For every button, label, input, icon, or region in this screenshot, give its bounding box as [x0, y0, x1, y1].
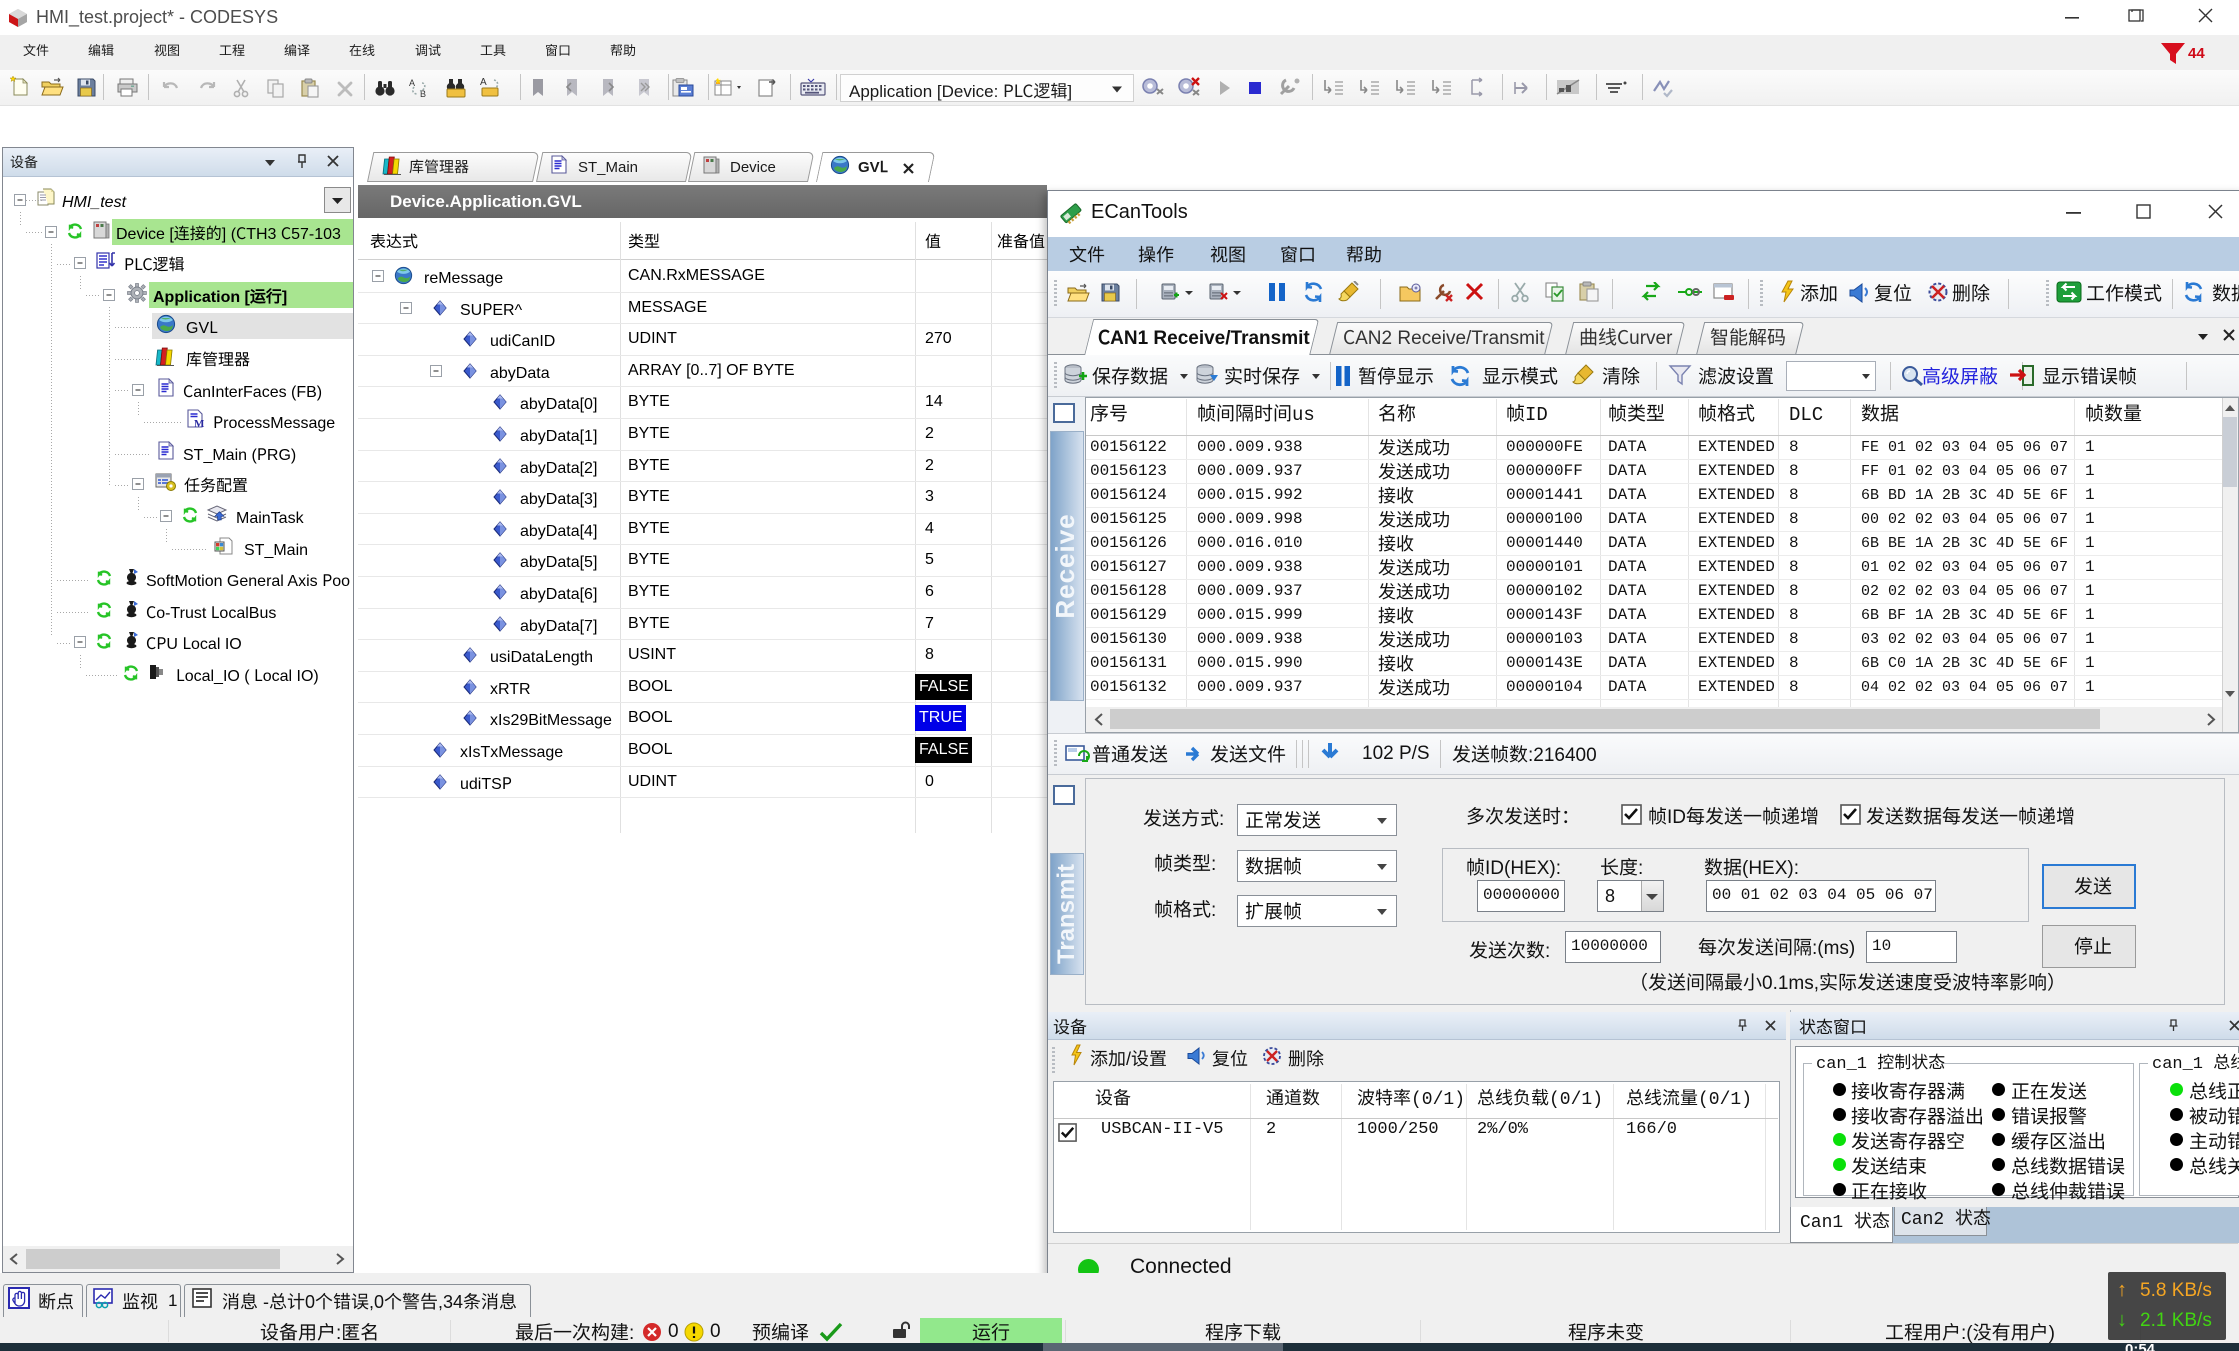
svg-text:Transmit: Transmit [1053, 864, 1080, 964]
svg-text:M: M [194, 418, 205, 429]
svg-text:A: A [480, 77, 487, 88]
svg-text:A: A [409, 78, 415, 88]
svg-text:Receive: Receive [1050, 513, 1080, 618]
